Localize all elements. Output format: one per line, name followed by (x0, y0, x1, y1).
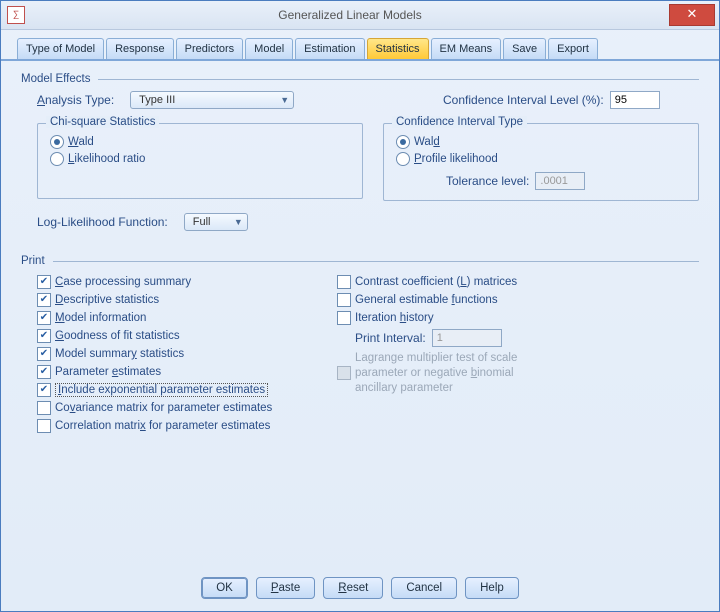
check-case-processing[interactable]: ✔ Case processing summary (37, 275, 337, 289)
radio-wald-ci[interactable]: Wald (396, 135, 686, 149)
check-parameter-estimates[interactable]: ✔ Parameter estimates (37, 365, 337, 379)
log-likelihood-label: Log-Likelihood Function: (37, 215, 168, 229)
check-model-summary[interactable]: ✔ Model summary statistics (37, 347, 337, 361)
checkbox-icon: ✔ (37, 275, 51, 289)
print-label: Print (21, 255, 45, 267)
radio-wald[interactable]: Wald (50, 135, 350, 149)
model-effects-label: Model Effects (21, 73, 90, 85)
tab-export[interactable]: Export (548, 38, 598, 59)
radio-icon (396, 152, 410, 166)
check-include-exponential[interactable]: ✔ Include exponential parameter estimate… (37, 383, 337, 397)
analysis-type-value: Type III (139, 94, 175, 106)
analysis-type-label: Analysis Type: (37, 93, 114, 107)
log-likelihood-dropdown[interactable]: Full ▼ (184, 213, 248, 231)
checkbox-icon (337, 293, 351, 307)
divider (53, 261, 699, 262)
tolerance-input (535, 172, 585, 190)
tab-bar: Type of Model Response Predictors Model … (1, 30, 719, 61)
checkbox-icon (337, 366, 351, 380)
tab-estimation[interactable]: Estimation (295, 38, 364, 59)
chevron-down-icon: ▼ (234, 217, 243, 227)
tab-em-means[interactable]: EM Means (431, 38, 502, 59)
checkbox-icon: ✔ (37, 383, 51, 397)
checkbox-icon: ✔ (37, 311, 51, 325)
confidence-level-label: Confidence Interval Level (%): (443, 93, 604, 107)
tab-predictors[interactable]: Predictors (176, 38, 244, 59)
radio-likelihood-ratio[interactable]: Likelihood ratio (50, 152, 350, 166)
ok-button[interactable]: OK (201, 577, 248, 599)
analysis-type-dropdown[interactable]: Type III ▼ (130, 91, 294, 109)
paste-button[interactable]: Paste (256, 577, 315, 599)
tab-response[interactable]: Response (106, 38, 174, 59)
chevron-down-icon: ▼ (280, 95, 289, 105)
checkbox-icon: ✔ (37, 293, 51, 307)
checkbox-icon (37, 401, 51, 415)
dialog-window: ∑ Generalized Linear Models ✕ Type of Mo… (0, 0, 720, 612)
help-button[interactable]: Help (465, 577, 519, 599)
log-likelihood-value: Full (193, 216, 211, 228)
checkbox-icon: ✔ (37, 365, 51, 379)
check-iteration-history[interactable]: Iteration history (337, 311, 637, 325)
tab-type-of-model[interactable]: Type of Model (17, 38, 104, 59)
check-goodness-of-fit[interactable]: ✔ Goodness of fit statistics (37, 329, 337, 343)
divider (98, 79, 699, 80)
checkbox-icon (37, 419, 51, 433)
check-descriptive-statistics[interactable]: ✔ Descriptive statistics (37, 293, 337, 307)
tab-save[interactable]: Save (503, 38, 546, 59)
radio-icon (50, 152, 64, 166)
checkbox-icon (337, 311, 351, 325)
print-interval-label: Print Interval: (355, 331, 426, 345)
confidence-level-input[interactable] (610, 91, 660, 109)
confidence-interval-type-fieldset: Confidence Interval Type Wald Profile li… (383, 123, 699, 201)
titlebar: ∑ Generalized Linear Models ✕ (1, 1, 719, 30)
content-area: Model Effects Analysis Type: Type III ▼ … (1, 61, 719, 437)
radio-profile-likelihood[interactable]: Profile likelihood (396, 152, 686, 166)
checkbox-icon: ✔ (37, 329, 51, 343)
check-general-estimable[interactable]: General estimable functions (337, 293, 637, 307)
radio-icon (50, 135, 64, 149)
check-correlation-matrix[interactable]: Correlation matrix for parameter estimat… (37, 419, 337, 433)
model-effects-header: Model Effects (21, 73, 699, 85)
close-button[interactable]: ✕ (669, 4, 715, 26)
check-lagrange-multiplier: Lagrange multiplier test of scale parame… (337, 351, 637, 396)
button-bar: OK Paste Reset Cancel Help (1, 577, 719, 599)
check-covariance-matrix[interactable]: Covariance matrix for parameter estimate… (37, 401, 337, 415)
app-icon: ∑ (7, 6, 25, 24)
cancel-button[interactable]: Cancel (391, 577, 457, 599)
print-header: Print (21, 255, 699, 267)
conf-type-legend: Confidence Interval Type (392, 116, 527, 128)
window-title: Generalized Linear Models (31, 8, 669, 22)
tab-model[interactable]: Model (245, 38, 293, 59)
tolerance-label: Tolerance level: (446, 174, 529, 188)
checkbox-icon: ✔ (37, 347, 51, 361)
check-contrast-coefficient[interactable]: Contrast coefficient (L) matrices (337, 275, 637, 289)
check-model-information[interactable]: ✔ Model information (37, 311, 337, 325)
print-interval-input (432, 329, 502, 347)
reset-button[interactable]: Reset (323, 577, 383, 599)
chi-square-legend: Chi-square Statistics (46, 116, 159, 128)
tab-statistics[interactable]: Statistics (367, 38, 429, 59)
radio-icon (396, 135, 410, 149)
checkbox-icon (337, 275, 351, 289)
chi-square-fieldset: Chi-square Statistics Wald Likelihood ra… (37, 123, 363, 199)
